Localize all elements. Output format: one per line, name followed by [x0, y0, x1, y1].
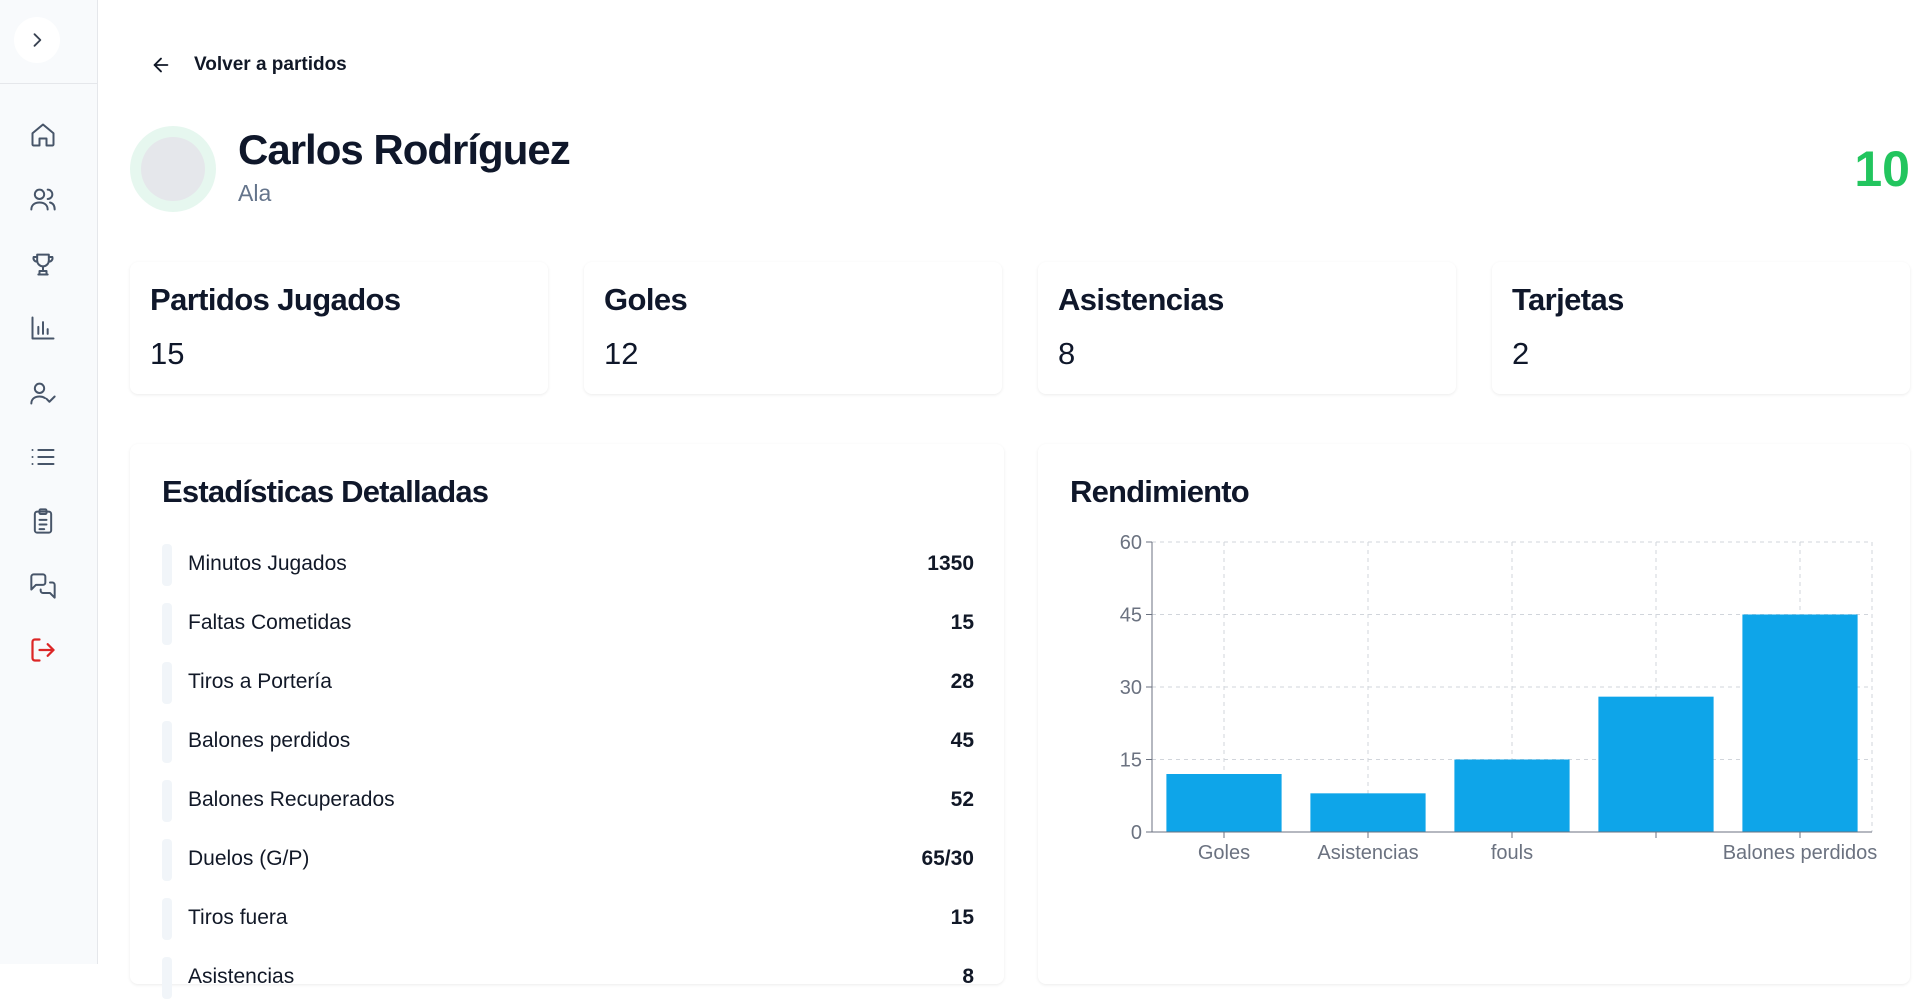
users-icon — [30, 188, 56, 211]
list-item: Balones perdidos 45 — [162, 711, 974, 770]
stat-card-label: Partidos Jugados — [150, 282, 401, 317]
main-content: Volver a partidos Carlos Rodríguez Ala 1… — [98, 0, 1920, 999]
stat-value: 8 — [962, 964, 974, 988]
chart-bar — [1598, 696, 1714, 832]
player-avatar-ring — [130, 126, 216, 212]
stat-name: Asistencias — [188, 964, 295, 988]
row-accent-bar — [162, 780, 172, 822]
sidebar-item-logout[interactable] — [20, 627, 66, 673]
sidebar-toggle-button[interactable] — [14, 17, 60, 63]
stat-name: Tiros fuera — [188, 905, 288, 929]
home-icon — [31, 123, 55, 147]
sidebar-item-attendance[interactable] — [20, 370, 66, 416]
stat-value: 28 — [950, 669, 974, 693]
stat-card-value: 15 — [150, 336, 185, 371]
stat-card-label: Asistencias — [1058, 282, 1224, 317]
stat-value: 1350 — [927, 551, 974, 575]
row-accent-bar — [162, 957, 172, 999]
stat-card-value: 12 — [604, 336, 639, 371]
stat-name: Minutos Jugados — [188, 551, 347, 575]
row-accent-bar — [162, 839, 172, 881]
chart-bar — [1742, 614, 1858, 832]
detailed-stats-title: Estadísticas Detalladas — [162, 474, 489, 509]
back-to-matches-link[interactable]: Volver a partidos — [150, 54, 347, 76]
list-item: Faltas Cometidas 15 — [162, 593, 974, 652]
chevron-right-icon — [33, 33, 42, 47]
stat-card-label: Tarjetas — [1512, 282, 1624, 317]
trophy-icon — [32, 253, 54, 276]
row-accent-bar — [162, 544, 172, 586]
player-name: Carlos Rodríguez — [238, 126, 571, 173]
stat-value: 52 — [950, 787, 974, 811]
stat-card-label: Goles — [604, 282, 688, 317]
y-tick-label: 0 — [1131, 822, 1142, 844]
row-accent-bar — [162, 662, 172, 704]
player-avatar — [141, 137, 205, 201]
arrow-left-icon — [153, 57, 169, 73]
x-tick-label: Asistencias — [1317, 842, 1418, 864]
sidebar — [0, 0, 98, 964]
chart-bar — [1166, 774, 1282, 832]
stat-name: Balones perdidos — [188, 728, 351, 752]
stat-card-matches: Partidos Jugados 15 — [130, 262, 548, 394]
sidebar-item-players[interactable] — [20, 176, 66, 222]
bar-chart-icon — [31, 316, 55, 340]
sidebar-item-list[interactable] — [20, 434, 66, 480]
stat-name: Tiros a Portería — [188, 669, 332, 693]
sidebar-divider — [0, 83, 98, 84]
row-accent-bar — [162, 721, 172, 763]
stat-name: Duelos (G/P) — [188, 846, 310, 870]
stat-card-goals: Goles 12 — [584, 262, 1002, 394]
list-item: Duelos (G/P) 65/30 — [162, 829, 974, 888]
jersey-number: 10 — [1854, 141, 1910, 197]
logout-icon — [31, 638, 55, 662]
x-tick-label: fouls — [1491, 842, 1533, 864]
list-item: Asistencias 8 — [162, 947, 974, 1006]
chart-bar — [1310, 793, 1426, 832]
stat-value: 15 — [950, 905, 974, 929]
player-position: Ala — [238, 180, 272, 206]
stat-card-value: 8 — [1058, 336, 1076, 371]
row-accent-bar — [162, 603, 172, 645]
user-check-icon — [30, 382, 56, 405]
stat-name: Balones Recuperados — [188, 787, 395, 811]
stat-value: 45 — [950, 728, 974, 752]
messages-icon — [30, 573, 56, 599]
sidebar-item-messages[interactable] — [20, 563, 66, 609]
list-icon — [31, 449, 55, 465]
chart-bar — [1454, 759, 1570, 832]
sidebar-item-home[interactable] — [20, 112, 66, 158]
sidebar-item-trophies[interactable] — [20, 241, 66, 287]
list-item: Tiros a Portería 28 — [162, 652, 974, 711]
list-item: Minutos Jugados 1350 — [162, 534, 974, 593]
list-item: Tiros fuera 15 — [162, 888, 974, 947]
performance-panel: Rendimiento 0 15 30 45 60 Goles Asistencias fou… — [1038, 444, 1910, 984]
clipboard-icon — [33, 508, 53, 534]
x-tick-label: Goles — [1198, 842, 1250, 864]
stat-card-value: 2 — [1512, 336, 1530, 371]
stat-card-assists: Asistencias 8 — [1038, 262, 1456, 394]
list-item: Balones Recuperados 52 — [162, 770, 974, 829]
y-tick-label: 60 — [1120, 532, 1142, 554]
x-tick-label: Balones perdidos — [1723, 842, 1878, 864]
bar-chart-svg: 0 15 30 45 60 Goles Asistencias fouls Balones pe… — [1120, 532, 1878, 864]
sidebar-item-stats[interactable] — [20, 305, 66, 351]
back-link-label: Volver a partidos — [194, 54, 347, 75]
sidebar-item-clipboard[interactable] — [20, 498, 66, 544]
y-tick-label: 45 — [1120, 605, 1142, 627]
stat-value: 65/30 — [921, 846, 974, 870]
detailed-stats-list: Minutos Jugados 1350 Faltas Cometidas 15 T… — [162, 534, 974, 1006]
y-tick-label: 15 — [1120, 750, 1142, 772]
stat-name: Faltas Cometidas — [188, 610, 352, 634]
detailed-stats-panel: Estadísticas Detalladas Minutos Jugados 1… — [130, 444, 1004, 999]
stat-card-cards: Tarjetas 2 — [1492, 262, 1910, 394]
row-accent-bar — [162, 898, 172, 940]
stat-value: 15 — [950, 610, 974, 634]
y-tick-label: 30 — [1120, 677, 1142, 699]
